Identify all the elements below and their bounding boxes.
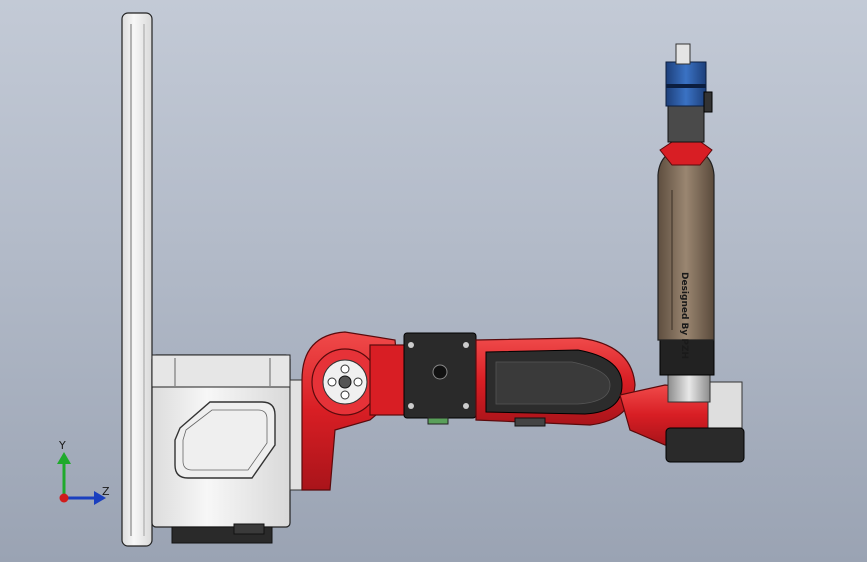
cad-viewport[interactable]: Designed By PZH Y Z (0, 0, 867, 562)
mounting-plate (121, 12, 153, 547)
engraving-text: Designed By PZH (679, 272, 689, 359)
axis-label-y: Y (59, 439, 66, 452)
coordinate-triad-icon (57, 452, 106, 505)
axis-label-z: Z (102, 485, 110, 498)
coordinate-triad: Y Z (44, 436, 124, 516)
wrist-assembly (659, 334, 745, 463)
elbow-motor (403, 332, 477, 425)
base-housing (151, 354, 303, 544)
shoulder-joint (301, 331, 411, 491)
robot-arm-model[interactable]: Designed By PZH (0, 0, 867, 562)
